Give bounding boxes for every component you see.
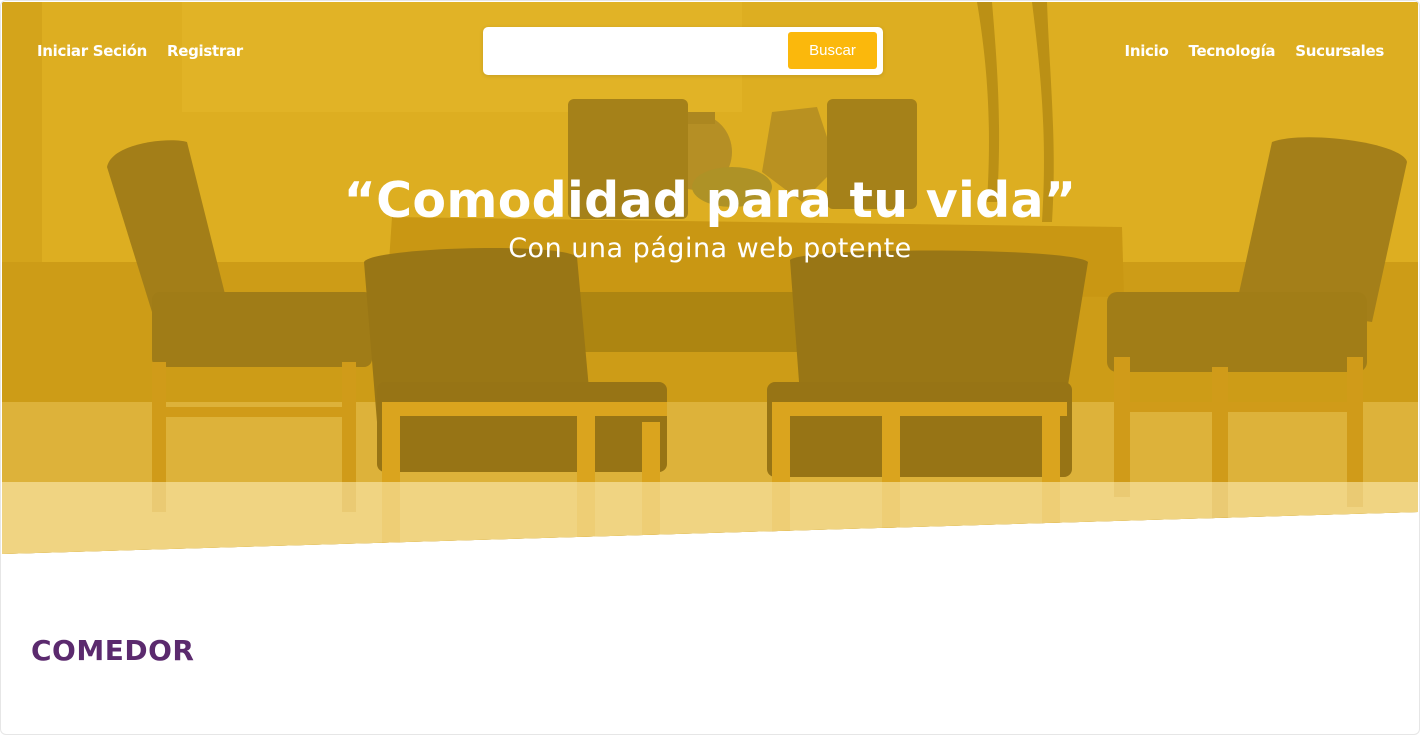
account-nav: Iniciar Seción Registrar	[37, 40, 243, 62]
nav-link-inicio[interactable]: Inicio	[1125, 40, 1169, 62]
hero-subtitle: Con una página web potente	[508, 233, 912, 264]
nav-link-tecnologia[interactable]: Tecnología	[1189, 40, 1276, 62]
search-input[interactable]	[489, 33, 783, 69]
hero-banner	[2, 2, 1418, 554]
search-button[interactable]: Buscar	[788, 32, 877, 69]
hero-lower-band	[2, 482, 1418, 554]
register-link[interactable]: Registrar	[167, 40, 243, 62]
login-link[interactable]: Iniciar Seción	[37, 40, 147, 62]
nav-link-sucursales[interactable]: Sucursales	[1295, 40, 1384, 62]
main-nav: Inicio Tecnología Sucursales	[1125, 40, 1385, 62]
hero-color-overlay	[2, 2, 1418, 554]
page: Iniciar Seción Registrar Buscar Inicio T…	[0, 0, 1420, 735]
section-title: COMEDOR	[31, 634, 195, 667]
search-bar: Buscar	[483, 27, 883, 75]
hero-title: “Comodidad para tu vida”	[343, 172, 1077, 229]
